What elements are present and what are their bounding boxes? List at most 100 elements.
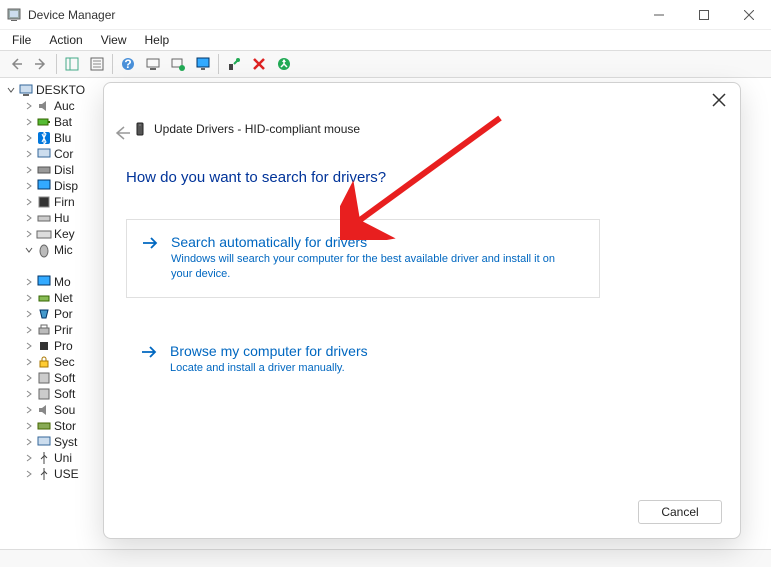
hid-icon — [36, 210, 52, 226]
chevron-right-icon — [22, 99, 36, 113]
battery-icon — [36, 114, 52, 130]
tree-node-label: Soft — [54, 387, 75, 401]
tree-node-label: Mic — [54, 243, 73, 257]
tree-node-label: Soft — [54, 371, 75, 385]
keyboard-icon — [36, 226, 52, 242]
mouse-icon — [36, 242, 52, 258]
usb-icon — [36, 466, 52, 482]
option-desc: Windows will search your computer for th… — [171, 252, 571, 283]
usb-icon — [36, 450, 52, 466]
tree-node-label: Bat — [54, 115, 72, 129]
tree-node-label: Auc — [54, 99, 75, 113]
titlebar: Device Manager — [0, 0, 771, 30]
chevron-right-icon — [22, 419, 36, 433]
tree-node-label: Firn — [54, 195, 75, 209]
tree-node-label: Sec — [54, 355, 75, 369]
storage-icon — [36, 418, 52, 434]
tree-node-label: Sou — [54, 403, 75, 417]
chevron-right-icon — [22, 339, 36, 353]
tree-node-label: Pro — [54, 339, 73, 353]
tree-node-label: Mo — [54, 275, 71, 289]
chevron-right-icon — [22, 467, 36, 481]
back-button[interactable] — [4, 53, 28, 75]
tree-node-label: Disp — [54, 179, 78, 193]
cancel-button[interactable]: Cancel — [638, 500, 722, 524]
option-browse-computer[interactable]: Browse my computer for drivers Locate an… — [126, 329, 600, 390]
menu-help[interactable]: Help — [137, 31, 178, 49]
cpu-icon — [36, 338, 52, 354]
bluetooth-icon — [36, 130, 52, 146]
tree-node-label: Blu — [54, 131, 71, 145]
tree-node-label: Hu — [54, 211, 69, 225]
chevron-right-icon — [22, 307, 36, 321]
update-driver-button[interactable] — [166, 53, 190, 75]
forward-button[interactable] — [29, 53, 53, 75]
help-button[interactable]: ? — [116, 53, 140, 75]
option-search-automatically[interactable]: Search automatically for drivers Windows… — [126, 219, 600, 298]
window-title: Device Manager — [28, 8, 115, 22]
menu-file[interactable]: File — [4, 31, 39, 49]
menubar: File Action View Help — [0, 30, 771, 50]
chevron-right-icon — [22, 211, 36, 225]
dialog-close-button[interactable] — [712, 93, 726, 107]
dialog-heading: Update Drivers - HID-compliant mouse — [132, 121, 360, 137]
chevron-right-icon — [22, 179, 36, 193]
tree-node-label: Cor — [54, 147, 73, 161]
chevron-right-icon — [22, 115, 36, 129]
properties-button[interactable] — [85, 53, 109, 75]
cancel-button-label: Cancel — [661, 505, 698, 519]
dialog-title-text: Update Drivers - HID-compliant mouse — [154, 122, 360, 136]
chevron-right-icon — [22, 275, 36, 289]
toolbar: ? — [0, 50, 771, 78]
svg-text:?: ? — [124, 57, 131, 71]
audio-icon — [36, 98, 52, 114]
device-manager-icon — [6, 7, 22, 23]
computer-icon — [36, 146, 52, 162]
update-drivers-dialog: Update Drivers - HID-compliant mouse How… — [103, 82, 741, 539]
maximize-button[interactable] — [681, 0, 726, 30]
chevron-down-icon — [4, 83, 18, 97]
chevron-right-icon — [22, 131, 36, 145]
network-icon — [36, 290, 52, 306]
chevron-right-icon — [22, 355, 36, 369]
chevron-right-icon — [22, 451, 36, 465]
uninstall-device-button[interactable] — [247, 53, 271, 75]
menu-view[interactable]: View — [93, 31, 135, 49]
chevron-right-icon — [22, 371, 36, 385]
sound-icon — [36, 402, 52, 418]
add-legacy-button[interactable] — [272, 53, 296, 75]
minimize-button[interactable] — [636, 0, 681, 30]
close-button[interactable] — [726, 0, 771, 30]
dialog-back-button[interactable] — [112, 123, 132, 146]
chevron-right-icon — [22, 147, 36, 161]
software-icon — [36, 386, 52, 402]
device-icon — [132, 121, 148, 137]
arrow-right-icon — [141, 236, 159, 253]
menu-action[interactable]: Action — [41, 31, 90, 49]
chevron-right-icon — [22, 323, 36, 337]
system-icon — [36, 434, 52, 450]
arrow-right-icon — [140, 345, 158, 362]
status-bar — [0, 549, 771, 567]
software-icon — [36, 370, 52, 386]
chevron-right-icon — [22, 403, 36, 417]
tree-node-label: Uni — [54, 451, 72, 465]
tree-node-label: USE — [54, 467, 79, 481]
port-icon — [36, 306, 52, 322]
printer-icon — [36, 322, 52, 338]
dialog-question: How do you want to search for drivers? — [126, 169, 386, 186]
monitor-button[interactable] — [191, 53, 215, 75]
show-hide-tree-button[interactable] — [60, 53, 84, 75]
enable-device-button[interactable] — [222, 53, 246, 75]
chip-icon — [36, 194, 52, 210]
tree-node-label: Disl — [54, 163, 74, 177]
display-icon — [36, 178, 52, 194]
tree-node-label: DESKTO — [36, 83, 85, 97]
chevron-right-icon — [22, 227, 36, 241]
computer-icon — [18, 82, 34, 98]
chevron-right-icon — [22, 387, 36, 401]
chevron-right-icon — [22, 435, 36, 449]
option-title: Browse my computer for drivers — [170, 343, 586, 359]
tree-node-label: Stor — [54, 419, 76, 433]
scan-hardware-button[interactable] — [141, 53, 165, 75]
